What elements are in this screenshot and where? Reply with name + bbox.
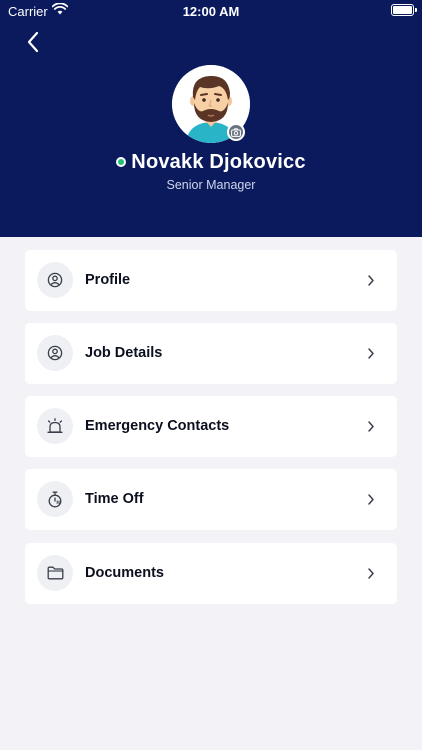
menu-item-documents[interactable]: Documents <box>25 543 397 604</box>
online-status-dot <box>116 157 127 167</box>
profile-name-row: Novakk Djokovicc <box>0 149 422 175</box>
stopwatch-icon <box>37 481 73 517</box>
menu-item-time-off[interactable]: Time Off <box>25 469 397 530</box>
chevron-left-icon <box>27 31 39 53</box>
folder-icon <box>37 555 73 591</box>
status-bar: Carrier 12:00 AM <box>0 0 422 22</box>
camera-icon <box>231 127 241 137</box>
status-time: 12:00 AM <box>182 4 240 19</box>
alarm-siren-icon <box>37 408 73 444</box>
menu-item-emergency-contacts[interactable]: Emergency Contacts <box>25 396 397 457</box>
menu-item-label: Time Off <box>85 491 144 507</box>
profile-name: Novakk Djokovicc <box>131 150 306 173</box>
user-circle-icon <box>37 262 73 298</box>
menu-item-job-details[interactable]: Job Details <box>25 323 397 384</box>
user-circle-icon <box>37 335 73 371</box>
back-button[interactable] <box>18 28 48 56</box>
menu-item-profile[interactable]: Profile <box>25 250 397 311</box>
menu-item-label: Job Details <box>85 345 163 361</box>
change-photo-button[interactable] <box>227 123 245 141</box>
profile-header: Carrier 12:00 AM Novakk Djokovicc Senior… <box>0 0 422 237</box>
menu-item-label: Documents <box>85 565 164 581</box>
battery-icon <box>391 4 417 16</box>
chevron-right-icon <box>368 421 374 432</box>
chevron-right-icon <box>368 568 374 579</box>
menu-item-label: Profile <box>85 272 131 288</box>
chevron-right-icon <box>368 348 374 359</box>
menu-item-label: Emergency Contacts <box>85 418 230 434</box>
chevron-right-icon <box>368 494 374 505</box>
profile-job-title: Senior Manager <box>166 178 256 192</box>
chevron-right-icon <box>368 275 374 286</box>
